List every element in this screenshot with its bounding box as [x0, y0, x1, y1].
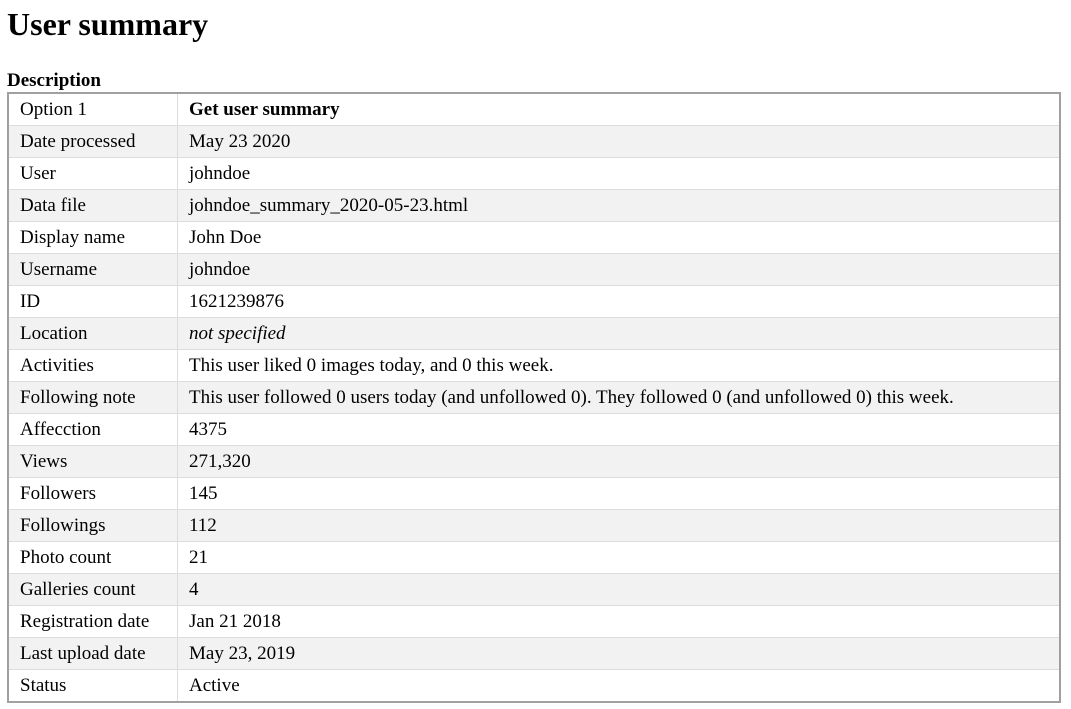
table-row: Registration date Jan 21 2018	[9, 606, 1059, 638]
row-value: 21	[178, 542, 1059, 574]
table-row: Status Active	[9, 670, 1059, 701]
row-key: Location	[9, 318, 178, 350]
row-key: Display name	[9, 222, 178, 254]
row-key: Date processed	[9, 126, 178, 158]
table-row: Followers 145	[9, 478, 1059, 510]
table-row: Affecction 4375	[9, 414, 1059, 446]
summary-table: Option 1 Get user summary Date processed…	[7, 92, 1061, 703]
row-value: Active	[189, 675, 240, 696]
row-value: johndoe	[178, 254, 1059, 286]
row-value: This user liked 0 images today, and 0 th…	[178, 350, 1059, 382]
row-value: 271,320	[178, 446, 1059, 478]
table-row: Option 1 Get user summary	[9, 94, 1059, 126]
row-key: Followings	[9, 510, 178, 542]
table-caption: Description	[7, 70, 101, 91]
row-value: johndoe	[178, 158, 1059, 190]
row-key: ID	[9, 286, 178, 318]
row-key: Following note	[9, 382, 178, 414]
row-key: Status	[9, 670, 178, 701]
table-row: Galleries count 4	[9, 574, 1059, 606]
row-value: May 23, 2019	[178, 638, 1059, 670]
row-key: Option 1	[9, 94, 178, 126]
table-row: Followings 112	[9, 510, 1059, 542]
table-row: ID 1621239876	[9, 286, 1059, 318]
row-value: 145	[178, 478, 1059, 510]
row-key: Photo count	[9, 542, 178, 574]
row-key: User	[9, 158, 178, 190]
table-row: Views 271,320	[9, 446, 1059, 478]
page: User summary Description Option 1 Get us…	[0, 0, 1071, 709]
table-row: Following note This user followed 0 user…	[9, 382, 1059, 414]
row-value: This user followed 0 users today (and un…	[178, 382, 1059, 414]
row-value: Get user summary	[178, 94, 1059, 126]
row-value: 112	[178, 510, 1059, 542]
row-value: May 23 2020	[178, 126, 1059, 158]
table-row: Display name John Doe	[9, 222, 1059, 254]
row-key: Galleries count	[9, 574, 178, 606]
row-value: 1621239876	[178, 286, 1059, 318]
row-key: Followers	[9, 478, 178, 510]
table-row: Photo count 21	[9, 542, 1059, 574]
table-row: User johndoe	[9, 158, 1059, 190]
table-row: Data file johndoe_summary_2020-05-23.htm…	[9, 190, 1059, 222]
row-value: 4375	[178, 414, 1059, 446]
row-key: Activities	[9, 350, 178, 382]
table-row: Location not specified	[9, 318, 1059, 350]
row-key: Views	[9, 446, 178, 478]
row-value: not specified	[178, 318, 1059, 350]
row-key: Username	[9, 254, 178, 286]
page-title: User summary	[7, 6, 209, 42]
table-row: Date processed May 23 2020	[9, 126, 1059, 158]
row-value: Jan 21 2018	[178, 606, 1059, 638]
table-row: Username johndoe	[9, 254, 1059, 286]
row-key: Affecction	[9, 414, 178, 446]
table-row: Last upload date May 23, 2019	[9, 638, 1059, 670]
row-value: John Doe	[178, 222, 1059, 254]
row-value: 4	[178, 574, 1059, 606]
row-key: Registration date	[9, 606, 178, 638]
row-key: Data file	[9, 190, 178, 222]
row-value: johndoe_summary_2020-05-23.html	[178, 190, 1059, 222]
row-key: Last upload date	[9, 638, 178, 670]
table-row: Activities This user liked 0 images toda…	[9, 350, 1059, 382]
